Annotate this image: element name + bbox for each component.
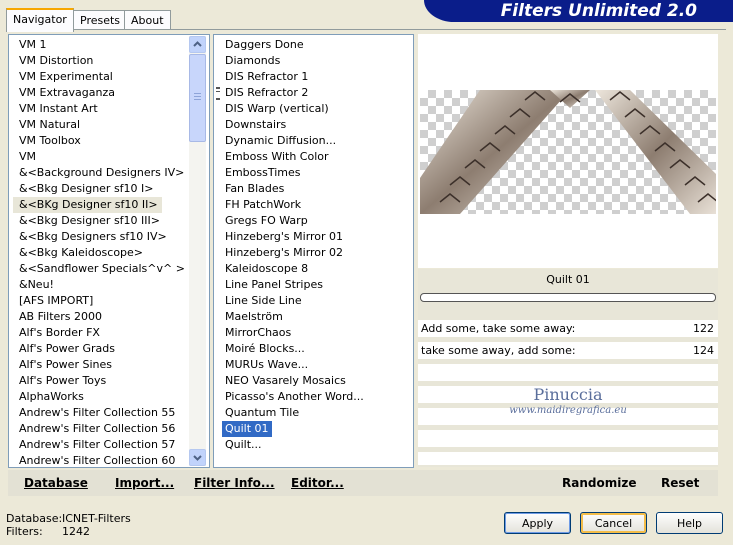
category-list[interactable]: VM 1 VM Distortion VM Experimental VM Extra… [8, 34, 210, 468]
filter-progress-bar [420, 293, 716, 302]
tab-divider [6, 29, 726, 30]
filter-item[interactable]: Maelström [225, 309, 283, 325]
category-item[interactable]: AB Filters 2000 [19, 309, 102, 325]
filter-item[interactable]: EmbossTimes [225, 165, 301, 181]
category-item[interactable]: &<Background Designers IV> [19, 165, 184, 181]
filter-item[interactable]: Gregs FO Warp [225, 213, 308, 229]
filter-item[interactable]: Hinzeberg's Mirror 01 [225, 229, 343, 245]
filter-item[interactable]: Quilt... [225, 437, 262, 453]
category-item[interactable]: Alf's Power Toys [19, 373, 106, 389]
filter-item[interactable]: Line Panel Stripes [225, 277, 323, 293]
filter-item[interactable]: DIS Warp (vertical) [225, 101, 329, 117]
filter-item[interactable]: DIS Refractor 1 [225, 69, 308, 85]
param-value-1: 122 [693, 322, 714, 335]
category-scrollbar[interactable] [189, 36, 206, 466]
watermark-url: www.maidiregrafica.eu [509, 405, 627, 416]
status-filters-value: 1242 [62, 525, 90, 538]
category-item[interactable]: &Neu! [19, 277, 54, 293]
category-item[interactable]: Andrew's Filter Collection 55 [19, 405, 175, 421]
filter-item[interactable]: Emboss With Color [225, 149, 329, 165]
preview-image [420, 90, 716, 214]
filter-item[interactable]: Kaleidoscope 8 [225, 261, 308, 277]
filter-item[interactable]: Diamonds [225, 53, 280, 69]
category-item[interactable]: Andrew's Filter Collection 56 [19, 421, 175, 437]
param-label-1: Add some, take some away: [421, 322, 576, 335]
param-row-7[interactable] [418, 452, 718, 465]
chevron-down-icon [193, 455, 202, 461]
filter-item[interactable]: Line Side Line [225, 293, 302, 309]
filter-item[interactable]: Dynamic Diffusion... [225, 133, 336, 149]
filter-item[interactable]: Quilt 01 [222, 421, 272, 437]
category-item[interactable]: VM [19, 149, 36, 165]
filter-item[interactable]: Quantum Tile [225, 405, 299, 421]
help-button[interactable]: Help [656, 512, 723, 534]
category-item[interactable]: &<Bkg Designer sf10 I> [19, 181, 154, 197]
editor-button[interactable]: Editor... [291, 476, 344, 490]
category-item[interactable]: &<Bkg Kaleidoscope> [19, 245, 143, 261]
category-item[interactable]: &<Bkg Designer sf10 III> [19, 213, 160, 229]
filter-item[interactable]: DIS Refractor 2 [225, 85, 308, 101]
filter-list[interactable]: Daggers Done Diamonds DIS Refractor 1 DIS R… [213, 34, 414, 468]
tab-about[interactable]: About [124, 10, 171, 30]
status-db-value: ICNET-Filters [62, 512, 131, 525]
import-button[interactable]: Import... [115, 476, 174, 490]
chevron-up-icon [193, 41, 202, 47]
scroll-thumb[interactable] [189, 54, 206, 142]
category-item[interactable]: VM Distortion [19, 53, 93, 69]
database-button[interactable]: Database [24, 476, 88, 490]
category-item[interactable]: Alf's Power Grads [19, 341, 115, 357]
filter-item[interactable]: Moiré Blocks... [225, 341, 305, 357]
param-row-1[interactable]: Add some, take some away: 122 [418, 320, 718, 337]
category-item[interactable]: Alf's Border FX [19, 325, 100, 341]
watermark-name: Pinuccia [533, 385, 603, 404]
category-item[interactable]: Andrew's Filter Collection 60 [19, 453, 175, 467]
filter-item[interactable]: Picasso's Another Word... [225, 389, 364, 405]
filter-item[interactable]: MirrorChaos [225, 325, 291, 341]
tab-navigator[interactable]: Navigator [6, 8, 74, 32]
category-item[interactable]: &<Bkg Designers sf10 IV> [19, 229, 167, 245]
filter-item[interactable]: NEO Vasarely Mosaics [225, 373, 346, 389]
filter-name-label: Quilt 01 [546, 273, 590, 286]
category-item[interactable]: VM 1 [19, 37, 47, 53]
parameter-panel: Quilt 01 Add some, take some away: 122 t… [418, 269, 718, 467]
category-item[interactable]: &<Sandflower Specials^v^ > [19, 261, 185, 277]
status-db-label: Database: [6, 512, 63, 525]
filter-item[interactable]: Fan Blades [225, 181, 284, 197]
banner-title: Filters Unlimited 2.0 [500, 1, 697, 21]
scroll-up-button[interactable] [189, 36, 206, 53]
apply-button[interactable]: Apply [504, 512, 571, 534]
cancel-button[interactable]: Cancel [580, 512, 647, 534]
splitter-grip-icon [216, 87, 220, 100]
filter-item[interactable]: MURUs Wave... [225, 357, 308, 373]
filter-info-button[interactable]: Filter Info... [194, 476, 275, 490]
category-item[interactable]: VM Experimental [19, 69, 113, 85]
param-row-3[interactable] [418, 364, 718, 381]
randomize-button[interactable]: Randomize [562, 476, 636, 490]
category-item[interactable]: [AFS IMPORT] [19, 293, 93, 309]
reset-button[interactable]: Reset [661, 476, 699, 490]
filter-item[interactable]: Daggers Done [225, 37, 304, 53]
category-item[interactable]: Andrew's Filter Collection 57 [19, 437, 175, 453]
category-item[interactable]: &<BKg Designer sf10 II> [13, 197, 162, 213]
preview-area [418, 34, 718, 268]
param-row-2[interactable]: take some away, add some: 124 [418, 342, 718, 359]
category-item[interactable]: AlphaWorks [19, 389, 84, 405]
tab-presets[interactable]: Presets [73, 10, 128, 30]
filter-item[interactable]: FH PatchWork [225, 197, 301, 213]
category-item[interactable]: VM Toolbox [19, 133, 81, 149]
filter-item[interactable]: Hinzeberg's Mirror 02 [225, 245, 343, 261]
param-label-2: take some away, add some: [421, 344, 576, 357]
scroll-down-button[interactable] [189, 449, 206, 466]
category-item[interactable]: VM Instant Art [19, 101, 98, 117]
filter-item[interactable]: Downstairs [225, 117, 286, 133]
category-item[interactable]: Alf's Power Sines [19, 357, 112, 373]
status-filters-label: Filters: [6, 525, 43, 538]
param-row-6[interactable] [418, 430, 718, 447]
param-value-2: 124 [693, 344, 714, 357]
category-item[interactable]: VM Extravaganza [19, 85, 115, 101]
category-item[interactable]: VM Natural [19, 117, 80, 133]
title-banner: Filters Unlimited 2.0 [424, 0, 733, 22]
